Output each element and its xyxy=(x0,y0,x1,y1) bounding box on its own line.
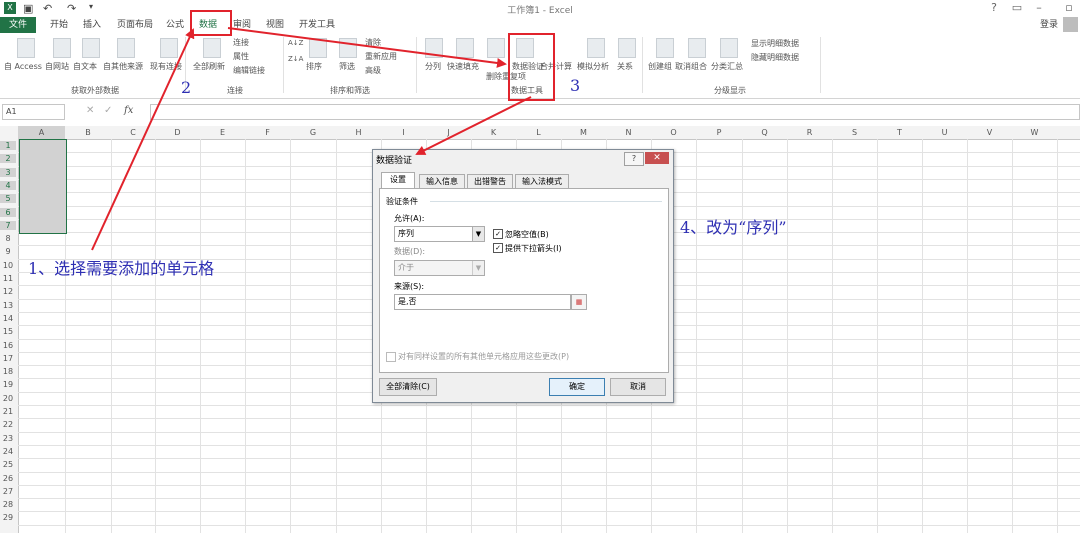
annotation-step4: 4、改为“序列” xyxy=(680,218,787,237)
arrow-step1-to-tab xyxy=(91,28,195,251)
annotation-step1: 1、选择需要添加的单元格 xyxy=(28,259,215,278)
arrow-tab-to-validation xyxy=(227,27,507,68)
arrow-validation-to-dialog xyxy=(415,96,532,155)
annotation-step3: 3 xyxy=(570,76,581,95)
annotation-step2: 2 xyxy=(181,78,192,97)
